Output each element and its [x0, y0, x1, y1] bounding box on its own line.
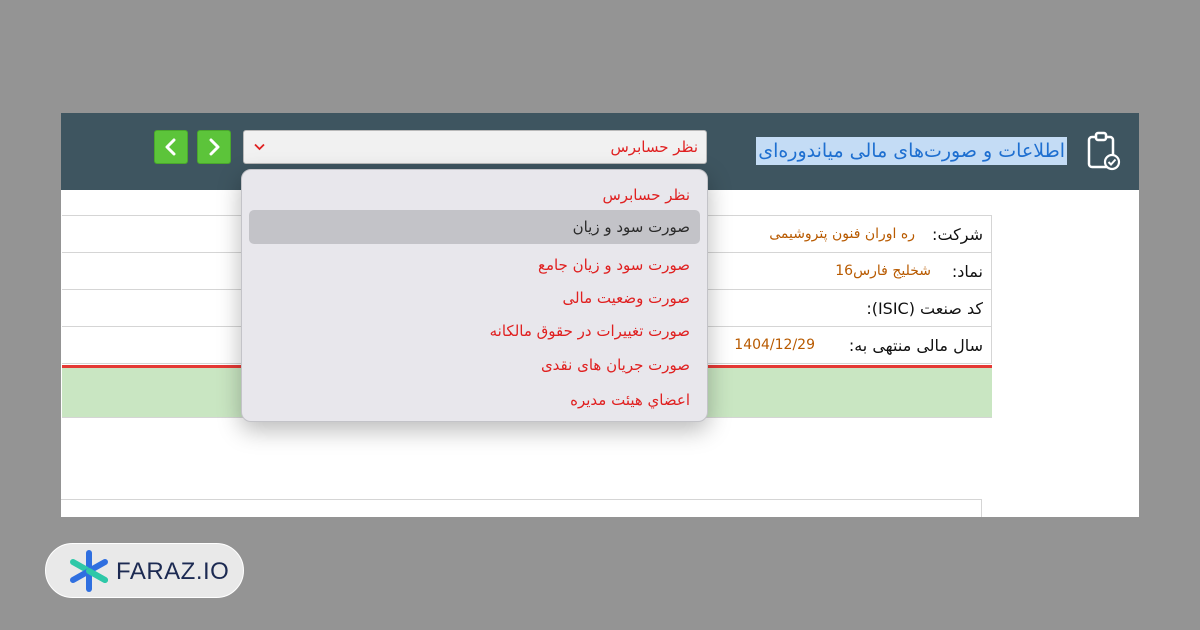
- chevron-down-icon: [254, 143, 265, 151]
- statement-select[interactable]: نظر حسابرس: [243, 130, 707, 164]
- dropdown-item[interactable]: صورت سود و زیان جامع: [249, 248, 700, 282]
- dropdown-item[interactable]: نظر حسابرس: [249, 178, 700, 212]
- statement-dropdown-menu: نظر حسابرس صورت سود و زیان صورت سود و زی…: [241, 169, 708, 422]
- chevron-right-icon: [209, 138, 220, 156]
- previous-button[interactable]: [154, 130, 188, 164]
- symbol-value[interactable]: شخلیج فارس16: [835, 253, 931, 290]
- page-title[interactable]: اطلاعات و صورت‌های مالی میاندوره‌ای: [756, 137, 1067, 165]
- dropdown-item[interactable]: اعضاي هيئت مديره: [249, 383, 700, 417]
- clipboard-check-icon: [1087, 131, 1121, 171]
- dropdown-item[interactable]: صورت تغییرات در حقوق مالکانه: [249, 314, 700, 348]
- dropdown-item-highlighted[interactable]: صورت سود و زیان: [249, 210, 700, 244]
- next-button[interactable]: [197, 130, 231, 164]
- statement-select-value: نظر حسابرس: [610, 138, 698, 156]
- symbol-label: نماد:: [951, 262, 983, 281]
- brand-logo: FARAZ.IO: [45, 543, 244, 598]
- company-value: ره اوران فنون پتروشیمی: [769, 226, 915, 242]
- chevron-left-icon: [165, 138, 176, 156]
- fiscal-year-label: سال مالی منتهی به:: [848, 336, 983, 355]
- fiscal-year-value: 1404/12/29: [734, 337, 815, 353]
- content-frame: [61, 499, 982, 517]
- faraz-logo-mark-icon: [70, 550, 108, 592]
- isic-label: کد صنعت (ISIC):: [866, 299, 983, 318]
- dropdown-item[interactable]: صورت جریان های نقدی: [249, 348, 700, 382]
- brand-name: FARAZ.IO: [116, 558, 230, 585]
- company-label: شرکت:: [932, 225, 983, 244]
- dropdown-item[interactable]: صورت وضعیت مالی: [249, 281, 700, 315]
